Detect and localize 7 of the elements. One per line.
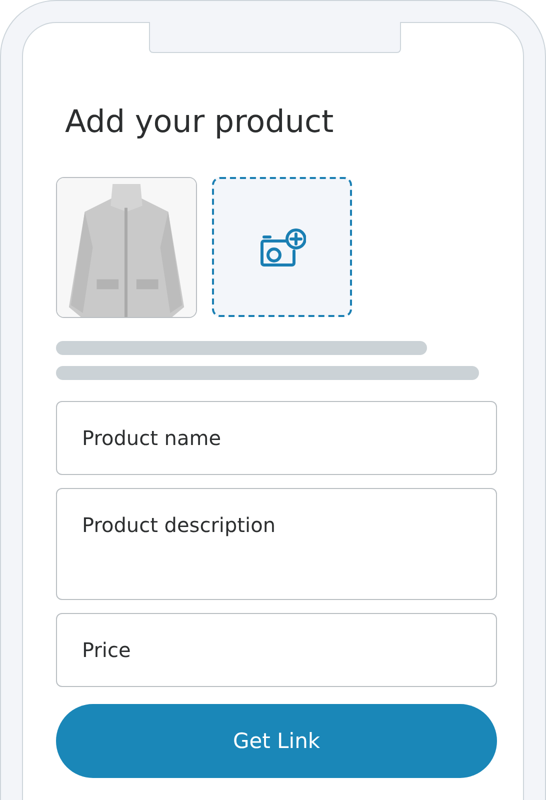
camera-plus-icon [258, 227, 306, 267]
description-field[interactable]: Product description [56, 488, 497, 600]
input-field[interactable]: Price [56, 613, 497, 687]
input-field[interactable]: Product name [56, 401, 497, 475]
page-title: Add your product [64, 103, 335, 142]
add-photo-button[interactable] [212, 177, 352, 317]
get-link-button[interactable]: Get Link [56, 704, 497, 778]
